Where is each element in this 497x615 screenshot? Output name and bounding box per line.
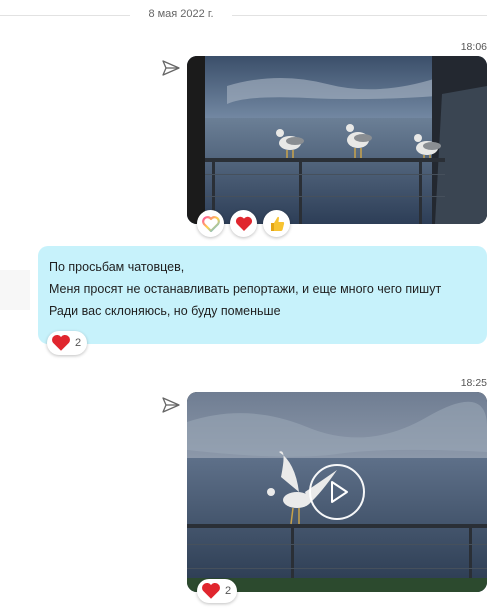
- forward-icon[interactable]: [162, 60, 180, 76]
- reaction-count: 2: [75, 337, 82, 349]
- photo-attachment[interactable]: [187, 56, 487, 224]
- message-time: 18:25: [460, 377, 487, 389]
- play-icon: [331, 481, 348, 503]
- text-reaction-pill[interactable]: 2: [47, 331, 88, 355]
- separator-line-left: [0, 15, 130, 16]
- message-line-3: Ради вас склоняюсь, но буду поменьше: [49, 304, 281, 318]
- reaction-thumbs-up[interactable]: [263, 210, 290, 237]
- thumbs-up-icon: [270, 216, 284, 231]
- date-separator-label: 8 мая 2022 г.: [148, 8, 214, 20]
- video-reaction-pill[interactable]: 2: [197, 579, 238, 603]
- avatar-placeholder: [0, 270, 30, 310]
- message-line-2: Меня просят не останавливать репортажи, …: [49, 282, 442, 296]
- reaction-heart-red[interactable]: [230, 210, 257, 237]
- play-button[interactable]: [309, 464, 365, 520]
- separator-line-right: [232, 15, 487, 16]
- date-separator: 8 мая 2022 г.: [0, 7, 497, 25]
- message-line-1: По просьбам чатовцев,: [49, 260, 185, 274]
- reaction-heart-rainbow[interactable]: [197, 210, 224, 237]
- photo-reactions: [197, 210, 290, 237]
- heart-rainbow-icon: [201, 215, 220, 232]
- message-time: 18:06: [460, 41, 487, 53]
- forward-icon[interactable]: [162, 397, 180, 413]
- heart-icon: [52, 334, 70, 351]
- text-message-bubble[interactable]: По просьбам чатовцев, Меня просят не ост…: [38, 246, 487, 344]
- heart-icon: [235, 216, 252, 231]
- heart-icon: [202, 582, 220, 599]
- reaction-count: 2: [225, 585, 232, 597]
